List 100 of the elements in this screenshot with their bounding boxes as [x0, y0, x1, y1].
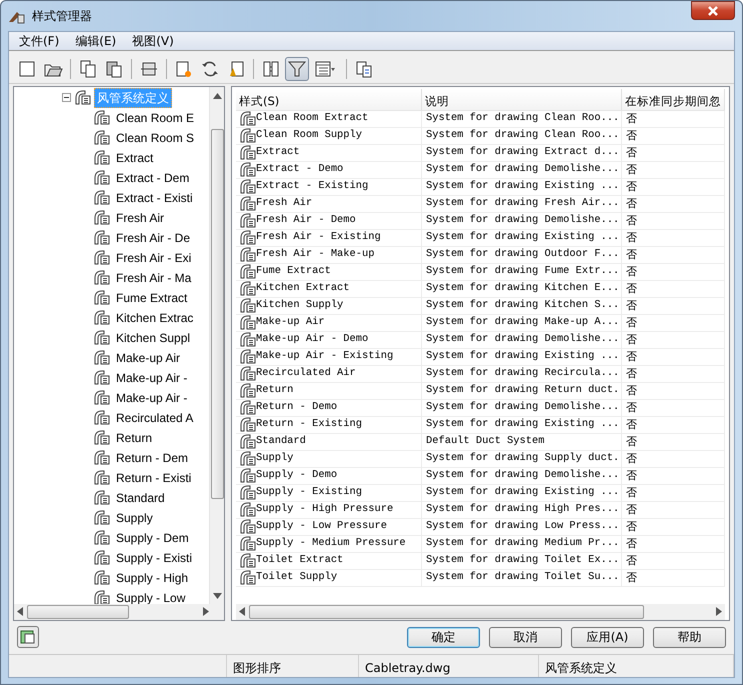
duct-icon [94, 410, 110, 426]
column-header[interactable]: 在标准同步期间忽 [622, 88, 725, 110]
tree-item[interactable]: Return [113, 428, 156, 448]
table-cell[interactable]: Supply - Demo [236, 468, 422, 484]
table-cell[interactable]: Fresh Air - Existing [236, 230, 422, 246]
tree-item[interactable]: Clean Room E [113, 108, 198, 128]
table-cell[interactable]: Toilet Supply [236, 570, 422, 586]
paste-icon [104, 58, 124, 79]
table-cell: 否 [622, 144, 725, 162]
table-cell[interactable]: Make-up Air [236, 314, 422, 332]
tree-item[interactable]: Standard [113, 488, 168, 508]
duct-icon [94, 250, 110, 266]
tree-item[interactable]: Extract [113, 148, 156, 168]
table-cell: 否 [622, 128, 725, 144]
tree-item[interactable]: Kitchen Extrac [113, 308, 196, 328]
tree-item[interactable]: Supply - Dem [113, 528, 192, 548]
dialog-button[interactable]: 帮助 [653, 626, 726, 648]
menu-item[interactable]: 文件(F) [13, 32, 66, 50]
duct-icon [240, 196, 256, 212]
tree-item[interactable]: Make-up Air [113, 348, 184, 368]
preview-button[interactable] [17, 626, 39, 648]
table-cell: 否 [622, 246, 725, 264]
table-cell[interactable]: Extract - Existing [236, 178, 422, 196]
duct-icon [240, 162, 256, 178]
tree-item[interactable]: Clean Room S [113, 128, 198, 148]
table-cell[interactable]: Recirculated Air [236, 366, 422, 382]
table-cell[interactable]: Return [236, 382, 422, 400]
menu-item[interactable]: 编辑(E) [69, 32, 122, 50]
scroll-right-icon[interactable] [716, 607, 722, 616]
tree-item[interactable]: Fresh Air [113, 208, 168, 228]
scroll-left-icon[interactable] [239, 607, 245, 616]
table-cell[interactable]: Toilet Extract [236, 552, 422, 570]
table-cell[interactable]: Extract - Demo [236, 162, 422, 178]
documents-icon [354, 58, 374, 79]
table-cell: System for drawing Demolishe... [422, 400, 622, 416]
menu-item[interactable]: 视图(V) [126, 32, 180, 50]
duct-icon [94, 590, 110, 604]
table-cell[interactable]: Fume Extract [236, 264, 422, 280]
tree-item[interactable]: Supply [113, 508, 156, 528]
tree-item[interactable]: Fresh Air - Exi [113, 248, 194, 268]
table-cell: 否 [622, 348, 725, 366]
table-cell: System for drawing Outdoor F... [422, 246, 622, 264]
table-cell[interactable]: Return - Demo [236, 400, 422, 416]
tree-item[interactable]: Fume Extract [113, 288, 190, 308]
dialog-button[interactable]: 取消 [489, 626, 562, 648]
horizontal-scrollbar[interactable] [14, 604, 224, 620]
table-cell[interactable]: Supply - Medium Pressure [236, 536, 422, 552]
table-cell: System for drawing Recircula... [422, 366, 622, 382]
tree-item[interactable]: Supply - High [113, 568, 192, 588]
scroll-left-icon[interactable] [17, 607, 23, 616]
tree-item[interactable]: Kitchen Suppl [113, 328, 194, 348]
duct-icon [240, 468, 256, 484]
table-cell[interactable]: Make-up Air - Demo [236, 332, 422, 348]
table-cell[interactable]: Standard [236, 434, 422, 450]
horizontal-scrollbar[interactable] [236, 604, 725, 620]
dialog-button[interactable]: 确定 [407, 626, 480, 648]
scroll-up-icon[interactable] [212, 92, 222, 99]
table-cell[interactable]: Return - Existing [236, 416, 422, 434]
table-cell[interactable]: Make-up Air - Existing [236, 348, 422, 366]
tree-item[interactable]: Extract - Dem [113, 168, 192, 188]
window-title: 样式管理器 [32, 8, 92, 25]
duct-icon [94, 570, 110, 586]
table-cell[interactable]: Fresh Air - Demo [236, 212, 422, 230]
scroll-down-icon[interactable] [212, 592, 222, 599]
duct-icon [240, 264, 256, 280]
table-cell[interactable]: Kitchen Extract [236, 280, 422, 298]
vertical-scrollbar[interactable] [209, 86, 224, 604]
tree-item[interactable]: Extract - Existi [113, 188, 196, 208]
table-cell[interactable]: Fresh Air - Make-up [236, 246, 422, 264]
close-button[interactable] [691, 1, 735, 20]
table-cell[interactable]: Clean Room Extract [236, 110, 422, 128]
dialog-button[interactable]: 应用(A) [571, 626, 644, 648]
table-cell[interactable]: Supply [236, 450, 422, 468]
tree-item[interactable]: Fresh Air - De [113, 228, 194, 248]
tree-item[interactable]: Return - Dem [113, 448, 192, 468]
toolbar-button[interactable] [285, 56, 309, 81]
tree-item[interactable]: Supply - Existi [113, 548, 196, 568]
table-cell: System for drawing Existing ... [422, 416, 622, 434]
tree-item[interactable]: Make-up Air - [113, 368, 190, 388]
table-cell[interactable]: Extract [236, 144, 422, 162]
table-cell: 否 [622, 298, 725, 314]
table-cell[interactable]: Supply - High Pressure [236, 502, 422, 518]
column-header[interactable]: 样式(S) [236, 88, 422, 110]
column-header[interactable]: 说明 [422, 88, 622, 110]
table-cell[interactable]: Kitchen Supply [236, 298, 422, 314]
tree-item[interactable]: Make-up Air - [113, 388, 190, 408]
tree-item[interactable]: Fresh Air - Ma [113, 268, 194, 288]
table-cell[interactable]: Supply - Low Pressure [236, 518, 422, 536]
duct-icon [94, 510, 110, 526]
page-icon [174, 58, 194, 79]
table-cell[interactable]: Fresh Air [236, 196, 422, 212]
table-cell[interactable]: Clean Room Supply [236, 128, 422, 144]
tree-item[interactable]: Recirculated A [113, 408, 196, 428]
table-cell: System for drawing Fresh Air... [422, 196, 622, 212]
scroll-right-icon[interactable] [203, 607, 209, 616]
duct-icon [94, 270, 110, 286]
table-cell[interactable]: Supply - Existing [236, 484, 422, 502]
table-cell: 否 [622, 366, 725, 382]
duct-icon [94, 330, 110, 346]
tree-item[interactable]: Return - Existi [113, 468, 194, 488]
